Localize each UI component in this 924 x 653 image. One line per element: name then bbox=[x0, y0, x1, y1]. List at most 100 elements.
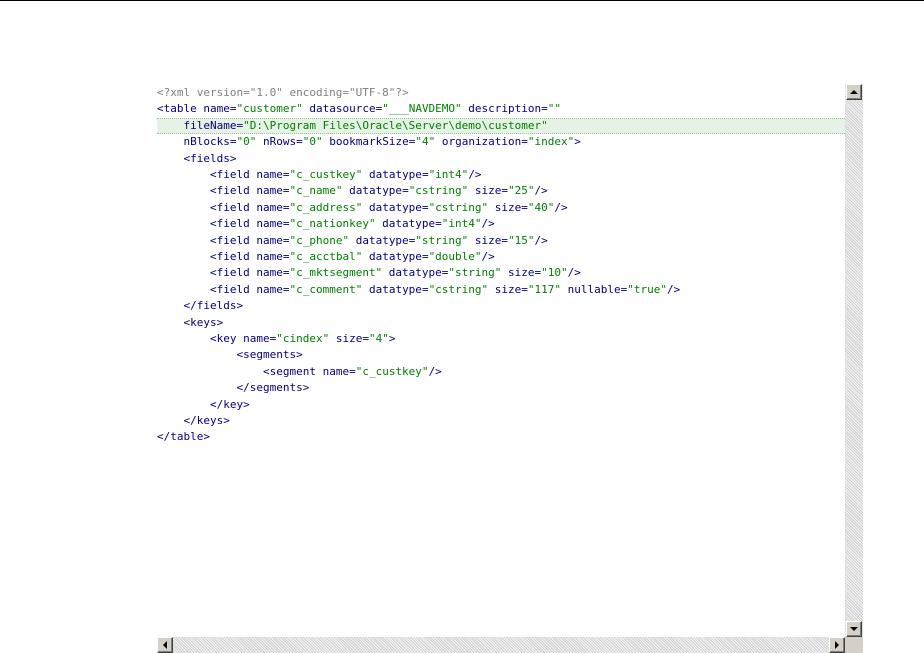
code-token-val: "int4" bbox=[441, 217, 482, 231]
code-token-val: "15" bbox=[508, 233, 535, 247]
code-token-eq: = bbox=[541, 102, 548, 116]
code-token-attr: name bbox=[256, 168, 283, 181]
code-token-tag: <field bbox=[157, 168, 257, 181]
code-token-eq: = bbox=[521, 282, 528, 296]
code-token-eq: = bbox=[421, 250, 429, 263]
code-line[interactable]: </table> bbox=[157, 429, 845, 445]
code-token-attr: datatype bbox=[382, 266, 442, 280]
code-line[interactable]: <field name="c_custkey" datatype="int4"/… bbox=[157, 167, 845, 183]
code-token-val: "c_mktsegment" bbox=[289, 266, 383, 280]
code-token-tag: <field bbox=[157, 250, 257, 263]
code-line[interactable]: </key> bbox=[157, 397, 845, 413]
code-token-eq: = bbox=[402, 184, 409, 198]
code-line[interactable]: fileName="D:\Program Files\Oracle\Server… bbox=[157, 117, 845, 134]
code-token-val: "D:\Program Files\Oracle\Server\demo\cus… bbox=[243, 118, 548, 132]
code-token-val: "cstring" bbox=[428, 282, 489, 296]
code-token-val: "c_comment" bbox=[289, 282, 363, 296]
code-token-val: "c_acctbal" bbox=[289, 250, 363, 263]
code-token-attr: datatype bbox=[349, 233, 409, 247]
scroll-down-button[interactable] bbox=[846, 621, 862, 637]
code-token-eq: = bbox=[362, 332, 369, 345]
code-token-attr: name bbox=[203, 102, 230, 116]
code-token-attr: nBlocks bbox=[157, 135, 230, 149]
code-line[interactable]: <table name="customer" datasource="___NA… bbox=[157, 101, 845, 117]
xml-code-area[interactable]: <?xml version="1.0" encoding="UTF-8"?> <t… bbox=[157, 84, 845, 637]
code-token-val: "customer" bbox=[236, 102, 303, 116]
arrow-left-icon bbox=[163, 641, 167, 649]
code-line[interactable]: </segments> bbox=[157, 380, 845, 396]
code-token-tag: </table> bbox=[157, 430, 210, 444]
code-token-val: "10" bbox=[541, 266, 568, 280]
code-line[interactable]: <field name="c_acctbal" datatype="double… bbox=[157, 249, 845, 265]
code-line[interactable]: <field name="c_name" datatype="cstring" … bbox=[157, 183, 845, 199]
code-token-attr: name bbox=[256, 282, 283, 296]
code-line[interactable]: <fields> bbox=[157, 151, 845, 167]
code-token-attr: bookmarkSize bbox=[322, 135, 409, 149]
code-token-tag: <field bbox=[157, 184, 257, 198]
code-token-eq: = bbox=[296, 135, 303, 149]
code-token-val: "c_address" bbox=[289, 200, 363, 214]
code-token-val: "25" bbox=[508, 184, 535, 198]
code-token-attr: size bbox=[488, 282, 522, 296]
horizontal-scrollbar[interactable] bbox=[157, 637, 845, 653]
code-token-attr: nullable bbox=[561, 282, 621, 296]
code-line[interactable]: <field name="c_nationkey" datatype="int4… bbox=[157, 216, 845, 232]
code-token-attr: size bbox=[501, 266, 535, 280]
code-token-attr: organization bbox=[435, 135, 522, 149]
code-token-eq: = bbox=[521, 135, 528, 149]
code-token-tag: /> bbox=[567, 266, 581, 280]
code-token-tag: </keys> bbox=[157, 414, 230, 427]
code-token-tag: /> bbox=[667, 282, 681, 296]
code-line[interactable]: <field name="c_comment" datatype="cstrin… bbox=[157, 282, 845, 298]
code-token-eq: = bbox=[435, 217, 442, 231]
code-token-val: "" bbox=[547, 102, 562, 116]
code-line[interactable]: <key name="cindex" size="4"> bbox=[157, 331, 845, 347]
code-token-tag: <fields> bbox=[157, 151, 237, 165]
code-token-tag: <key bbox=[157, 332, 244, 345]
xml-editor[interactable]: <?xml version="1.0" encoding="UTF-8"?> <t… bbox=[157, 84, 863, 653]
vertical-scrollbar[interactable] bbox=[845, 84, 863, 637]
code-token-tag: > bbox=[574, 135, 581, 149]
code-line[interactable]: <field name="c_phone" datatype="string" … bbox=[157, 233, 845, 249]
code-token-attr: datatype bbox=[362, 168, 422, 181]
code-token-val: "40" bbox=[527, 200, 555, 214]
code-token-pi: <?xml version="1.0" encoding="UTF-8"?> bbox=[157, 86, 409, 99]
code-token-attr: name bbox=[256, 266, 283, 280]
code-token-val: "c_custkey" bbox=[289, 168, 363, 181]
code-token-tag: /> bbox=[534, 184, 548, 198]
code-token-attr: name bbox=[256, 250, 283, 263]
code-line[interactable]: <?xml version="1.0" encoding="UTF-8"?> bbox=[157, 85, 845, 101]
code-token-val: "cstring" bbox=[408, 184, 469, 198]
code-token-tag: /> bbox=[428, 364, 442, 378]
scroll-up-button[interactable] bbox=[846, 84, 862, 100]
code-line[interactable]: <segments> bbox=[157, 347, 845, 363]
arrow-up-icon bbox=[850, 90, 858, 94]
code-token-attr: name bbox=[322, 364, 350, 378]
scroll-right-button[interactable] bbox=[829, 637, 845, 653]
code-token-val: "double" bbox=[428, 250, 482, 263]
code-token-attr: datatype bbox=[362, 250, 422, 263]
code-token-attr: size bbox=[468, 233, 502, 247]
code-line[interactable]: <field name="c_mktsegment" datatype="str… bbox=[157, 265, 845, 281]
scroll-left-button[interactable] bbox=[157, 637, 173, 653]
code-token-attr: name bbox=[256, 233, 283, 247]
code-token-tag: /> bbox=[481, 217, 495, 231]
code-token-tag: /> bbox=[481, 250, 495, 263]
code-token-eq: = bbox=[421, 168, 429, 181]
code-line[interactable]: <segment name="c_custkey"/> bbox=[157, 364, 845, 380]
code-line[interactable]: <keys> bbox=[157, 315, 845, 331]
code-token-val: "index" bbox=[527, 135, 575, 149]
code-token-val: "4" bbox=[368, 332, 389, 345]
code-token-attr: size bbox=[329, 332, 363, 345]
code-token-attr: datatype bbox=[362, 200, 422, 214]
code-token-val: "c_phone" bbox=[289, 233, 350, 247]
code-token-attr: datatype bbox=[342, 184, 403, 198]
code-token-val: "4" bbox=[415, 135, 436, 149]
code-line[interactable]: </fields> bbox=[157, 298, 845, 314]
code-line[interactable]: </keys> bbox=[157, 413, 845, 429]
code-line[interactable]: <field name="c_address" datatype="cstrin… bbox=[157, 200, 845, 216]
code-line[interactable]: nBlocks="0" nRows="0" bookmarkSize="4" o… bbox=[157, 134, 845, 150]
code-token-attr: nRows bbox=[256, 135, 297, 149]
code-token-tag: <field bbox=[157, 282, 257, 296]
code-token-attr: size bbox=[468, 184, 502, 198]
